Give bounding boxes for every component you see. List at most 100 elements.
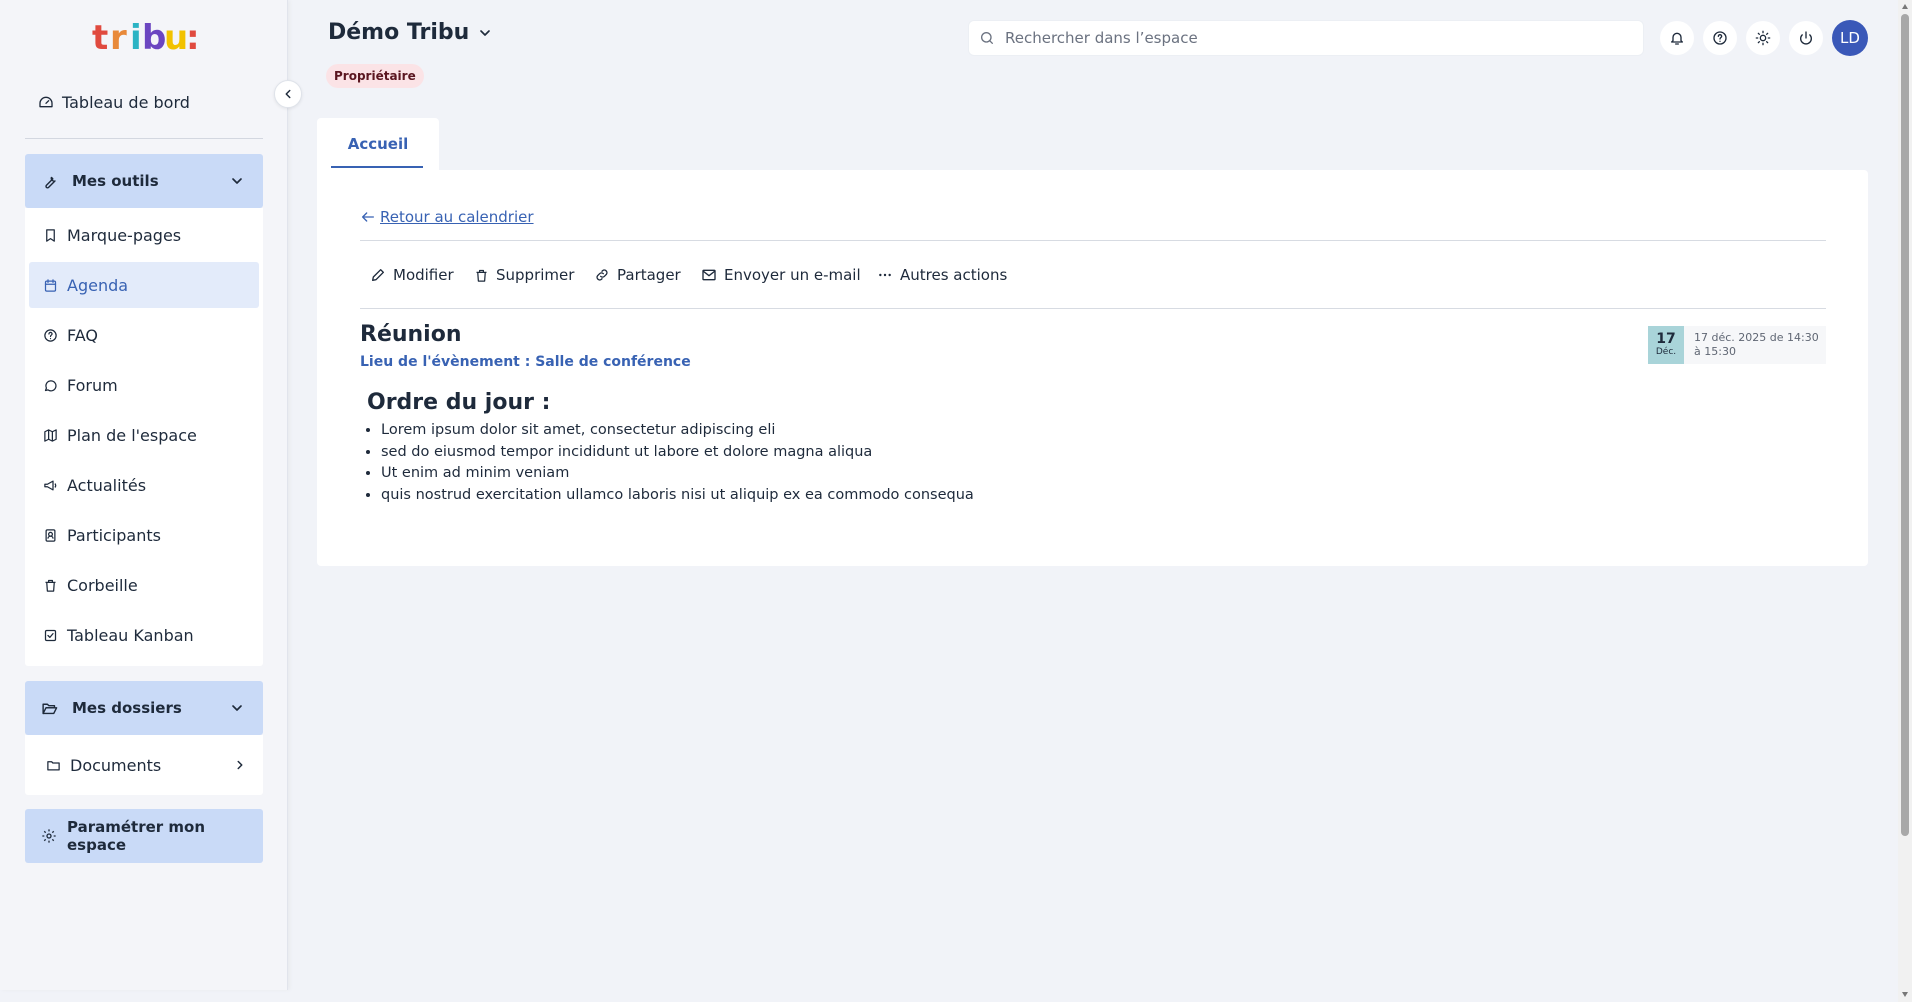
dashboard-icon xyxy=(38,94,54,110)
chat-icon xyxy=(43,378,58,393)
sidebar-item-plan-espace[interactable]: Plan de l'espace xyxy=(29,412,259,458)
agenda-title: Ordre du jour : xyxy=(367,390,551,415)
bookmark-icon xyxy=(43,228,58,243)
settings-space-button[interactable]: Paramétrer mon espace xyxy=(25,809,263,863)
date-month: Déc. xyxy=(1655,347,1677,357)
sidebar-item-agenda[interactable]: Agenda xyxy=(29,262,259,308)
sidebar: t r i b u : Tableau de bord Mes outils M… xyxy=(0,0,288,990)
search-icon xyxy=(979,30,995,46)
avatar[interactable]: LD xyxy=(1832,20,1868,56)
scroll-down-icon[interactable] xyxy=(1901,990,1909,998)
logo-letter: r xyxy=(110,18,127,58)
scroll-up-icon[interactable] xyxy=(1901,3,1909,11)
delete-label: Supprimer xyxy=(496,266,575,284)
megaphone-icon xyxy=(43,478,58,493)
tools-section-label: Mes outils xyxy=(72,172,159,190)
logout-button[interactable] xyxy=(1789,21,1823,55)
list-item: Lorem ipsum dolor sit amet, consectetur … xyxy=(381,420,974,442)
sidebar-item-label: Tableau Kanban xyxy=(67,625,194,645)
chevron-down-icon xyxy=(477,25,493,41)
logo-letter: u xyxy=(164,18,188,58)
sidebar-item-actualites[interactable]: Actualités xyxy=(29,462,259,508)
map-icon xyxy=(43,428,58,443)
send-email-label: Envoyer un e-mail xyxy=(724,266,861,284)
tribu-logo[interactable]: t r i b u : xyxy=(92,18,202,58)
folder-icon xyxy=(46,758,61,773)
notifications-button[interactable] xyxy=(1660,21,1694,55)
sidebar-item-label: Documents xyxy=(70,755,162,775)
event-date: 17 Déc. 17 déc. 2025 de 14:30 à 15:30 xyxy=(1648,326,1826,364)
date-day: 17 xyxy=(1656,331,1676,347)
agenda-list: Lorem ipsum dolor sit amet, consectetur … xyxy=(381,420,974,506)
sidebar-item-label: Corbeille xyxy=(67,575,138,595)
role-badge: Propriétaire xyxy=(326,64,424,88)
sun-icon xyxy=(1755,30,1771,46)
edit-button[interactable]: Modifier xyxy=(370,264,454,286)
pencil-icon xyxy=(370,267,386,283)
wrench-icon xyxy=(41,173,58,190)
date-badge: 17 Déc. xyxy=(1648,326,1684,364)
sidebar-item-label: Participants xyxy=(67,525,161,545)
collapse-sidebar-button[interactable] xyxy=(274,80,302,108)
sidebar-item-kanban[interactable]: Tableau Kanban xyxy=(29,612,259,658)
dashboard-link[interactable]: Tableau de bord xyxy=(38,90,190,114)
space-title: Démo Tribu xyxy=(328,20,470,45)
logo-letter: i xyxy=(130,18,142,58)
chevron-right-icon xyxy=(233,758,247,772)
search-input[interactable] xyxy=(1005,29,1605,47)
power-icon xyxy=(1798,30,1814,46)
more-actions-label: Autres actions xyxy=(900,266,1008,284)
calendar-icon xyxy=(43,278,58,293)
sidebar-item-participants[interactable]: Participants xyxy=(29,512,259,558)
sidebar-item-forum[interactable]: Forum xyxy=(29,362,259,408)
chevron-down-icon xyxy=(229,173,245,189)
divider xyxy=(360,308,1826,309)
dashboard-label: Tableau de bord xyxy=(62,92,190,112)
more-icon xyxy=(877,267,893,283)
sidebar-item-label: FAQ xyxy=(67,325,98,345)
help-circle-icon xyxy=(43,328,58,343)
help-circle-icon xyxy=(1712,30,1728,46)
share-label: Partager xyxy=(617,266,681,284)
tools-section-header[interactable]: Mes outils xyxy=(25,154,263,208)
folders-section-header[interactable]: Mes dossiers xyxy=(25,681,263,735)
sidebar-item-faq[interactable]: FAQ xyxy=(29,312,259,358)
link-icon xyxy=(594,267,610,283)
chevron-left-icon xyxy=(281,87,295,101)
edit-label: Modifier xyxy=(393,266,454,284)
event-location: Lieu de l'évènement : Salle de conférenc… xyxy=(360,354,691,370)
checkbox-icon xyxy=(43,628,58,643)
folder-open-icon xyxy=(41,700,58,717)
logo-letter: b xyxy=(142,18,166,58)
sidebar-item-corbeille[interactable]: Corbeille xyxy=(29,562,259,608)
send-email-button[interactable]: Envoyer un e-mail xyxy=(701,264,861,286)
tab-accueil[interactable]: Accueil xyxy=(317,118,439,170)
settings-space-label: Paramétrer mon espace xyxy=(67,818,206,854)
sidebar-item-label: Agenda xyxy=(67,275,129,295)
scrollbar-thumb[interactable] xyxy=(1901,14,1909,836)
delete-button[interactable]: Supprimer xyxy=(474,264,574,286)
date-range: 17 déc. 2025 de 14:30 à 15:30 xyxy=(1694,331,1819,358)
arrow-left-icon xyxy=(360,209,376,225)
contacts-icon xyxy=(43,528,58,543)
mail-icon xyxy=(701,267,717,283)
back-to-calendar-link[interactable]: Retour au calendrier xyxy=(360,208,534,226)
theme-toggle-button[interactable] xyxy=(1746,21,1780,55)
help-button[interactable] xyxy=(1703,21,1737,55)
list-item: sed do eiusmod tempor incididunt ut labo… xyxy=(381,442,974,464)
event-title: Réunion xyxy=(360,322,462,347)
back-to-calendar-label: Retour au calendrier xyxy=(380,208,534,226)
space-title-dropdown[interactable]: Démo Tribu xyxy=(328,20,493,45)
trash-icon xyxy=(43,578,58,593)
sidebar-item-documents[interactable]: Documents xyxy=(29,742,259,788)
trash-icon xyxy=(474,268,489,283)
search-bar[interactable] xyxy=(968,20,1644,56)
list-item: quis nostrud exercitation ullamco labori… xyxy=(381,485,974,507)
sidebar-item-marque-pages[interactable]: Marque-pages xyxy=(29,212,259,258)
bell-icon xyxy=(1669,30,1685,46)
share-button[interactable]: Partager xyxy=(594,264,681,286)
more-actions-button[interactable]: Autres actions xyxy=(877,264,1007,286)
logo-letter: t xyxy=(92,18,108,58)
gear-icon xyxy=(41,828,57,844)
sidebar-item-label: Forum xyxy=(67,375,118,395)
